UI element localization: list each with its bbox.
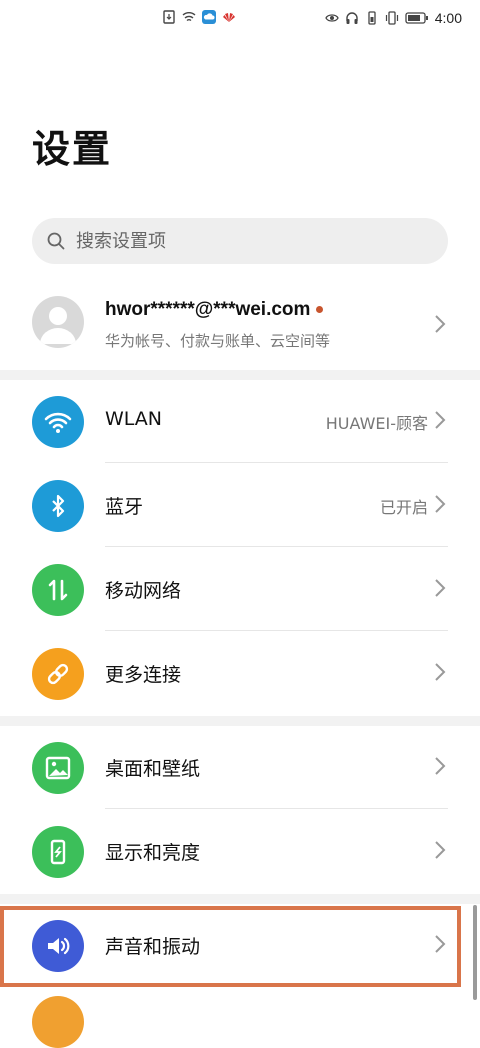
chevron-right-icon: [435, 757, 446, 775]
section-gap: [0, 894, 480, 904]
account-name-line: hwor******@***wei.com: [105, 299, 324, 321]
wifi-status-icon: [182, 12, 196, 22]
page-title: 设置: [32, 127, 113, 171]
settings-item-label: 更多连接: [105, 664, 182, 686]
divider: [105, 546, 448, 547]
search-bar[interactable]: [32, 218, 448, 264]
account-name: hwor******@***wei.com: [105, 299, 311, 320]
user-icon: [40, 307, 76, 344]
settings-item-label: 显示和亮度: [105, 842, 201, 864]
section-gap: [0, 370, 480, 380]
divider: [105, 630, 448, 631]
chevron-right-icon: [435, 315, 446, 333]
section-gap: [0, 716, 480, 726]
settings-item-wlan[interactable]: WLAN HUAWEI-顾客: [0, 380, 480, 463]
scrollbar[interactable]: [473, 905, 477, 1000]
settings-item-label: 移动网络: [105, 580, 182, 602]
phone-display-icon: [32, 826, 84, 878]
chevron-right-icon: [435, 841, 446, 859]
wifi-icon: [32, 396, 84, 448]
download-icon: [163, 10, 175, 24]
chevron-right-icon: [435, 495, 446, 513]
notification-icons: [162, 10, 236, 24]
search-icon: [47, 232, 65, 250]
bluetooth-icon: [32, 480, 84, 532]
battery-saver-icon: [368, 11, 376, 25]
account-subtitle: 华为帐号、付款与账单、云空间等: [105, 332, 331, 350]
settings-item-value: 已开启: [379, 498, 428, 517]
chevron-right-icon: [435, 579, 446, 597]
headphones-icon: [346, 12, 358, 24]
battery-icon: [405, 12, 428, 24]
settings-item-label: 桌面和壁纸: [105, 758, 201, 780]
system-icons: 4:00: [325, 10, 462, 26]
chevron-right-icon: [435, 663, 446, 681]
settings-item-mobile-network[interactable]: 移动网络: [0, 548, 480, 631]
link-icon: [32, 648, 84, 700]
cloud-icon: [202, 10, 216, 24]
eye-icon: [325, 14, 339, 22]
settings-item-display-brightness[interactable]: 显示和亮度: [0, 810, 480, 893]
divider: [105, 808, 448, 809]
settings-item-value: HUAWEI-顾客: [325, 414, 428, 433]
chevron-right-icon: [435, 411, 446, 429]
avatar: [32, 296, 84, 348]
settings-item-bluetooth[interactable]: 蓝牙 已开启: [0, 464, 480, 547]
next-item-icon: [32, 996, 84, 1048]
status-bar: 4:00: [0, 0, 480, 38]
settings-item-home-wallpaper[interactable]: 桌面和壁纸: [0, 726, 480, 809]
notification-dot: [316, 306, 324, 314]
clock: 4:00: [434, 10, 462, 26]
vibrate-icon: [385, 11, 398, 25]
highlight-box: [0, 906, 461, 987]
settings-item-label: WLAN: [105, 408, 163, 430]
mobile-data-icon: [32, 564, 84, 616]
image-icon: [32, 742, 84, 794]
divider: [105, 462, 448, 463]
search-input[interactable]: [74, 229, 418, 253]
account-row[interactable]: hwor******@***wei.com 华为帐号、付款与账单、云空间等: [0, 282, 480, 368]
settings-item-more-connections[interactable]: 更多连接: [0, 632, 480, 715]
huawei-logo-icon: [223, 13, 235, 22]
settings-item-label: 蓝牙: [105, 496, 144, 518]
